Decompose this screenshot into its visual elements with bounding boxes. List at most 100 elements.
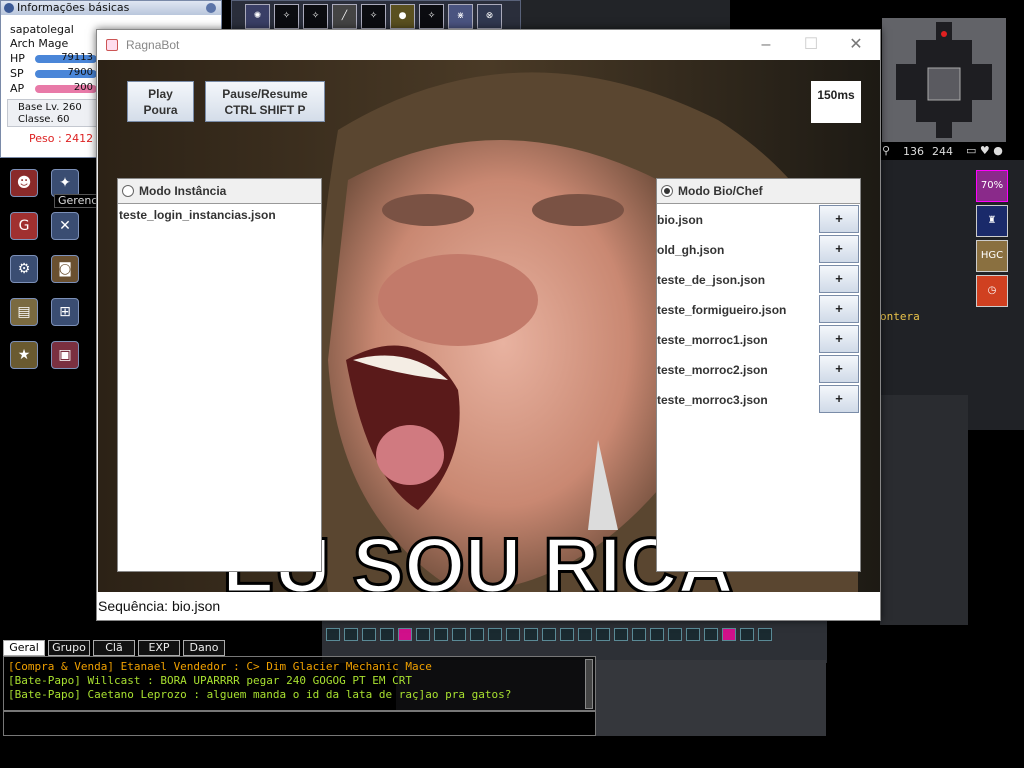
player-icon[interactable]: ♜ — [976, 205, 1008, 237]
chat-tab-geral[interactable]: Geral — [3, 640, 45, 656]
book-icon[interactable]: ▤ — [10, 298, 38, 326]
hotbar-slot[interactable] — [704, 628, 718, 641]
file-name: bio.json — [657, 213, 703, 227]
achievement-icon[interactable]: ★ — [10, 341, 38, 369]
skill-slot[interactable]: ⊗ — [477, 4, 502, 29]
list-item[interactable]: old_gh.json + — [657, 234, 860, 264]
instance-mode-radio[interactable] — [122, 185, 134, 197]
storage-icon[interactable]: ▣ — [51, 341, 79, 369]
file-name: teste_formigueiro.json — [657, 303, 787, 317]
chat-scrollbar[interactable] — [585, 659, 593, 709]
background-image: EU SOU RICA Play Poura Pause/Resume CTRL… — [98, 60, 880, 592]
list-item[interactable]: teste_morroc3.json + — [657, 384, 860, 414]
add-button[interactable]: + — [819, 235, 859, 263]
inventory-icon[interactable]: ◙ — [51, 255, 79, 283]
add-button[interactable]: + — [819, 205, 859, 233]
hotbar-slot[interactable] — [740, 628, 754, 641]
char-job: Arch Mage — [10, 37, 69, 50]
skill-slot[interactable]: ⋇ — [448, 4, 473, 29]
pause-resume-button[interactable]: Pause/Resume CTRL SHIFT P — [205, 81, 325, 122]
guild-icon[interactable]: G — [10, 212, 38, 240]
skill-slot[interactable]: ╱ — [332, 4, 357, 29]
hotbar-slot[interactable] — [668, 628, 682, 641]
skill-slot[interactable]: ● — [390, 4, 415, 29]
gear-icon[interactable]: ⚙ — [10, 255, 38, 283]
buff-icon[interactable]: 70% — [976, 170, 1008, 202]
add-button[interactable]: + — [819, 295, 859, 323]
skill-slot[interactable]: ✧ — [303, 4, 328, 29]
instance-mode-option[interactable]: Modo Instância — [118, 179, 321, 203]
chat-window: Geral Grupo Clã EXP Dano [Compra & Venda… — [0, 638, 598, 738]
level-box: Base Lv. 260 Classe. 60 — [7, 99, 97, 127]
hotbar-slot[interactable] — [758, 628, 772, 641]
base-level: Base Lv. 260 — [18, 102, 82, 113]
hotbar-slot[interactable] — [686, 628, 700, 641]
play-button-label: Play — [148, 87, 173, 101]
hotbar-slot[interactable] — [632, 628, 646, 641]
add-button[interactable]: + — [819, 385, 859, 413]
chat-input[interactable] — [3, 711, 596, 736]
add-button[interactable]: + — [819, 265, 859, 293]
list-item[interactable]: bio.json + — [657, 204, 860, 234]
game-client: Informações básicas sapatolegal Arch Mag… — [0, 0, 1024, 768]
hotbar-slot[interactable] — [650, 628, 664, 641]
add-button[interactable]: + — [819, 355, 859, 383]
chat-log: [Compra & Venda] Etanael Vendedor : C> D… — [3, 656, 596, 711]
minimize-icon[interactable]: – — [744, 33, 788, 57]
hotbar-slot[interactable] — [722, 628, 736, 641]
instance-file-list[interactable]: teste_login_instancias.json — [118, 203, 321, 571]
skill-slot[interactable]: ✺ — [245, 4, 270, 29]
title-bar[interactable]: RagnaBot – ☐ ✕ — [97, 30, 880, 60]
shop-icon[interactable]: ⊞ — [51, 298, 79, 326]
character-icon[interactable]: ☻ — [10, 169, 38, 197]
skill-slot[interactable]: ✧ — [361, 4, 386, 29]
pause-button-shortcut: CTRL SHIFT P — [224, 103, 306, 117]
minimize-icon[interactable] — [206, 3, 216, 13]
ragnabot-window: RagnaBot – ☐ ✕ EU SOU RICA Play Poura Pa… — [96, 29, 881, 621]
skills-icon[interactable]: ✕ — [51, 212, 79, 240]
chat-tab-exp[interactable]: EXP — [138, 640, 180, 656]
basic-info-title: Informações básicas — [17, 1, 130, 14]
play-button[interactable]: Play Poura — [127, 81, 194, 122]
bg-block — [520, 0, 730, 30]
list-item[interactable]: teste_morroc2.json + — [657, 354, 860, 384]
skill-slot[interactable]: ✧ — [419, 4, 444, 29]
list-item[interactable]: teste_login_instancias.json — [119, 208, 276, 222]
minimap-coords: ⚲ 136 244 ▭ ♥ ● — [880, 144, 1010, 160]
file-name: teste_morroc1.json — [657, 333, 768, 347]
file-name: old_gh.json — [657, 243, 725, 257]
play-button-sublabel: Poura — [143, 103, 178, 117]
hotbar-slot[interactable] — [614, 628, 628, 641]
instance-mode-panel: Modo Instância teste_login_instancias.js… — [117, 178, 322, 572]
list-item[interactable]: teste_formigueiro.json + — [657, 294, 860, 324]
list-item[interactable]: teste_morroc1.json + — [657, 324, 860, 354]
minimap-controls-icon[interactable]: ▭ ♥ ● — [966, 144, 1003, 157]
file-name: teste_morroc2.json — [657, 363, 768, 377]
search-icon[interactable]: ⚲ — [882, 144, 890, 157]
bio-mode-radio[interactable] — [661, 185, 673, 197]
list-item[interactable]: teste_de_json.json + — [657, 264, 860, 294]
chat-tab-cla[interactable]: Clã — [93, 640, 135, 656]
skill-slot[interactable]: ✧ — [274, 4, 299, 29]
timer-icon[interactable]: ◷ — [976, 275, 1008, 307]
hotbar-slot[interactable] — [596, 628, 610, 641]
delay-field[interactable]: 150ms — [811, 81, 861, 123]
bio-mode-panel: Modo Bio/Chef bio.json + old_gh.json + tes… — [656, 178, 861, 572]
pet-icon[interactable]: ✦ — [51, 169, 79, 197]
basic-info-header[interactable]: Informações básicas — [1, 1, 221, 15]
chat-line: [Bate-Papo] Caetano Leprozo : alguem man… — [8, 688, 512, 701]
hgc-icon[interactable]: HGC 200 — [976, 240, 1008, 291]
close-icon[interactable]: ✕ — [834, 33, 878, 57]
minimap[interactable] — [882, 18, 1006, 142]
add-button[interactable]: + — [819, 325, 859, 353]
sp-value: 7900 — [67, 67, 93, 78]
chat-tab-grupo[interactable]: Grupo — [48, 640, 90, 656]
bio-file-list: bio.json + old_gh.json + teste_de_json.jso… — [657, 203, 860, 571]
skill-bar: ✺ ✧ ✧ ╱ ✧ ● ✧ ⋇ ⊗ — [231, 0, 521, 30]
ap-value: 200 — [73, 82, 93, 93]
bio-mode-option[interactable]: Modo Bio/Chef — [657, 179, 860, 203]
sequence-status: Sequência: bio.json — [97, 592, 880, 620]
maximize-icon[interactable]: ☐ — [789, 33, 833, 57]
bg-block — [880, 395, 968, 625]
chat-tab-dano[interactable]: Dano — [183, 640, 225, 656]
